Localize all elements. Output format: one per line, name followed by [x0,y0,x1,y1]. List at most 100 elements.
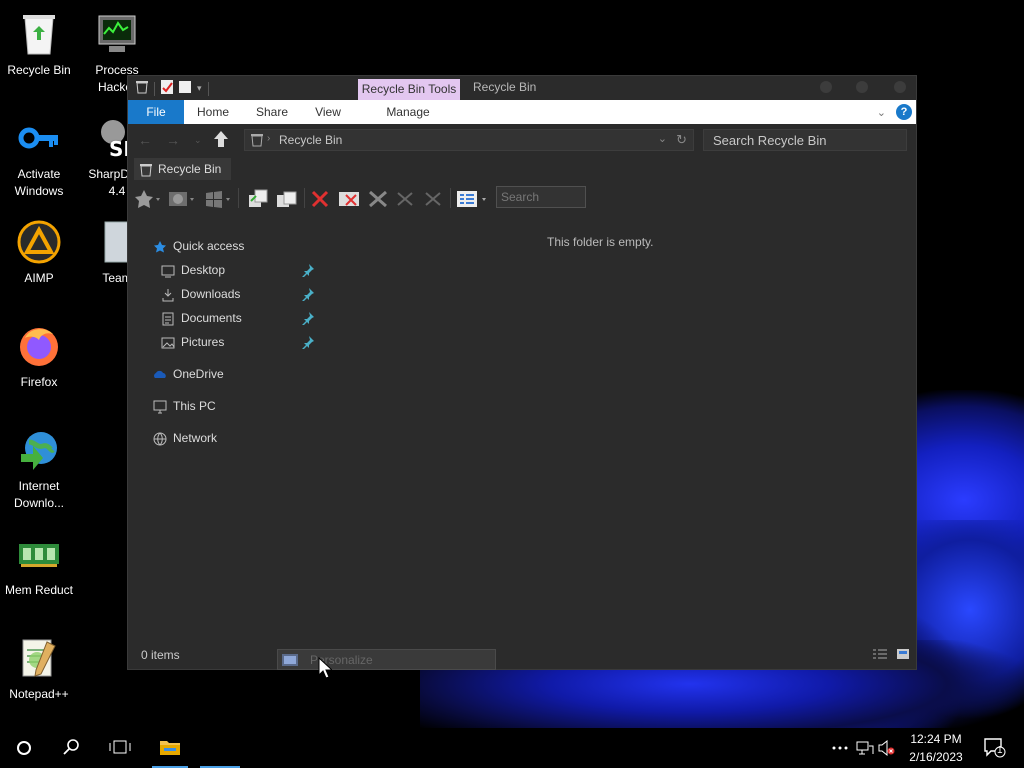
refresh-icon[interactable]: ↻ [676,132,687,148]
desktop-icon-firefox[interactable]: Firefox [1,322,77,391]
empty-bin-icon[interactable] [366,189,390,212]
volume-muted-icon[interactable] [878,739,896,759]
recent-locations-chevron-icon[interactable]: ⌄ [194,135,202,148]
history-clock-icon[interactable] [168,189,194,212]
tab-label: Recycle Bin [158,162,222,176]
action-center-icon[interactable]: 1 [984,738,1006,761]
copy-to-icon[interactable] [248,189,270,212]
nav-label: Pictures [181,335,225,349]
tab-view[interactable]: View [306,100,350,124]
file-explorer-taskbar-button[interactable] [146,728,194,768]
desktop-icon-label: Internet Downlo... [13,479,65,510]
restore-selected-icon[interactable] [422,189,446,212]
view-layout-icon[interactable] [456,189,488,212]
nav-item-pictures[interactable]: Pictures [161,331,321,353]
nav-item-desktop[interactable]: Desktop [161,259,321,281]
task-view-button[interactable] [96,728,144,768]
breadcrumb-chevron-icon[interactable]: › [267,133,270,144]
favorites-star-icon[interactable] [134,189,160,212]
show-hidden-icons-icon[interactable] [832,740,848,754]
tab-strip: Recycle Bin [128,156,916,182]
windows-logo-icon[interactable] [204,189,230,212]
desktop-icon-label: AIMP [24,271,54,285]
desktop-icon-aimp[interactable]: AIMP [1,218,77,287]
delete-file-icon[interactable] [338,189,362,212]
large-icons-view-icon[interactable] [896,648,910,663]
delete-x-icon[interactable] [310,189,330,212]
nav-item-downloads[interactable]: Downloads [161,283,321,305]
ribbon-controls: ⌄ ? [877,104,912,120]
desktop-icon-notepad-plus-plus[interactable]: Notepad++ [1,634,77,703]
window-title: Recycle Bin [473,80,537,94]
start-button[interactable] [0,728,48,768]
tab-recycle-bin[interactable]: Recycle Bin [134,158,232,180]
pin-icon[interactable] [301,262,315,278]
move-to-icon[interactable] [276,189,298,212]
nav-item-quick-access[interactable]: Quick access [153,235,293,257]
search-button[interactable] [48,728,96,768]
memory-chip-icon [15,530,63,578]
taskbar-clock[interactable]: 12:24 PM 2/16/2023 [898,730,974,766]
nav-label: Desktop [181,263,226,277]
tab-recycle-bin-tools[interactable]: Recycle Bin Tools [358,79,460,100]
tab-share[interactable]: Share [248,100,296,124]
taskbar-window-button[interactable] [196,728,244,768]
nav-item-onedrive[interactable]: OneDrive [153,363,293,385]
nav-item-documents[interactable]: Documents [161,307,321,329]
toolbar-search-input[interactable]: Search [496,186,586,208]
pin-icon[interactable] [301,334,315,350]
new-folder-icon[interactable] [179,80,191,97]
content-area: Quick access Desktop Downloads Documents… [128,220,916,640]
maximize-button[interactable] [856,81,868,93]
search-input[interactable]: Search Recycle Bin [703,129,907,151]
nav-item-network[interactable]: Network [153,427,293,449]
address-dropdown-chevron-icon[interactable]: ⌄ [658,132,667,145]
help-button[interactable]: ? [896,104,912,120]
up-arrow-icon[interactable] [213,130,229,151]
personalize-drag-item[interactable]: Personalize [277,649,496,670]
separator [304,188,305,208]
status-bar: 0 items [128,641,916,669]
key-icon [15,114,63,162]
desktop-icon-label: Recycle Bin [7,63,71,77]
view-toggle-group [872,648,910,663]
nav-label: Quick access [173,239,245,253]
expand-ribbon-chevron-icon[interactable]: ⌄ [877,106,886,119]
tab-file[interactable]: File [128,100,184,124]
address-field[interactable]: › Recycle Bin ⌄ ↻ [244,129,694,151]
address-text: Recycle Bin [279,133,343,147]
tab-home[interactable]: Home [188,100,238,124]
process-hacker-icon [93,10,141,58]
properties-icon[interactable] [161,80,173,97]
minimize-button[interactable] [820,81,832,93]
search-placeholder: Search Recycle Bin [713,133,827,148]
details-view-icon[interactable] [872,648,888,663]
clock-time: 12:24 PM [910,732,962,746]
ribbon-tabs: File Home Share View Manage ⌄ ? [128,100,916,124]
nav-label: OneDrive [173,367,224,381]
back-arrow-icon[interactable]: ← [138,132,152,148]
tab-manage[interactable]: Manage [364,100,452,124]
navigation-buttons: ← → ⌄ [138,132,202,148]
pin-icon[interactable] [301,286,315,302]
pin-icon[interactable] [301,310,315,326]
restore-all-icon[interactable] [394,189,418,212]
desktop-icon-internet-download-manager[interactable]: Internet Downlo... [1,426,77,512]
desktop-icon-mem-reduct[interactable]: Mem Reduct [1,530,77,599]
network-icon[interactable] [856,740,874,759]
notification-count-badge: 1 [997,745,1003,756]
title-bar[interactable]: ▾ Recycle Bin Tools Recycle Bin [128,76,916,100]
nav-item-this-pc[interactable]: This PC [153,395,293,417]
forward-arrow-icon[interactable]: → [166,132,180,148]
close-button[interactable] [894,81,906,93]
network-globe-icon [153,431,167,446]
desktop-icon-recycle-bin[interactable]: Recycle Bin [1,10,77,79]
recycle-bin-small-icon [140,162,152,184]
taskbar: 12:24 PM 2/16/2023 1 [0,728,1024,768]
notepad-plus-plus-icon [15,634,63,682]
nav-label: Network [173,431,218,445]
nav-label: Documents [181,311,242,325]
picture-icon [161,335,175,349]
customize-qat-icon[interactable]: ▾ [197,83,202,94]
desktop-icon-activate-windows[interactable]: Activate Windows [1,114,77,200]
